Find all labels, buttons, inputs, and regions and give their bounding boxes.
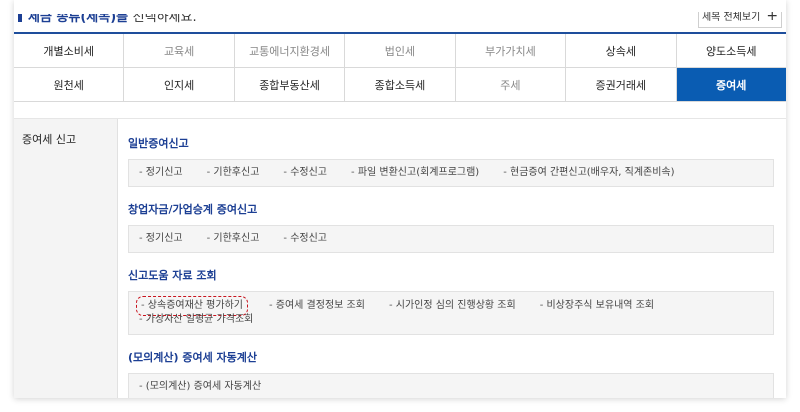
tab-comprehensive-real-estate-tax[interactable]: 종합부동산세 (234, 68, 346, 101)
tax-type-tab-grid: 개별소비세 교육세 교통에너지환경세 법인세 부가가치세 상속세 양도소득세 원… (14, 32, 786, 102)
bullet-icon (18, 14, 22, 22)
main-column: 일반증여신고 정기신고 기한후신고 수정신고 파일 변환신고(회계프로그램) 현… (118, 119, 786, 398)
link-gift-tax-decision-info[interactable]: 증여세 결정정보 조회 (269, 299, 365, 313)
link-row: 정기신고 기한후신고 수정신고 (139, 232, 351, 246)
tab-corporate-tax[interactable]: 법인세 (345, 34, 456, 67)
plus-icon: + (766, 7, 779, 24)
tax-type-panel: 세금 종류(세목)를 선택하세요. 세목 전체보기 + 개별소비세 교육세 교통… (14, 0, 786, 398)
link-regular-filing[interactable]: 정기신고 (139, 166, 183, 180)
link-row: (모의계산) 증여세 자동계산 (139, 380, 285, 394)
tab-stamp-tax[interactable]: 인지세 (124, 68, 235, 101)
link-property-valuation[interactable]: 상속증여재산 평가하기 (136, 296, 248, 316)
view-all-label: 세목 전체보기 (701, 12, 761, 23)
page-title: 세금 종류(세목)를 선택하세요. (18, 10, 197, 25)
tab-liquor-tax[interactable]: 주세 (455, 68, 567, 101)
link-gift-tax-auto-calc[interactable]: (모의계산) 증여세 자동계산 (139, 380, 261, 394)
section-title-filing-help: 신고도움 자료 조회 (128, 269, 217, 282)
link-row: 정기신고 기한후신고 수정신고 파일 변환신고(회계프로그램) 현금증여 간편신… (139, 166, 699, 180)
link-late-filing[interactable]: 기한후신고 (207, 166, 259, 180)
panel-header: 세금 종류(세목)를 선택하세요. 세목 전체보기 + (14, 0, 786, 32)
link-amended-filing[interactable]: 수정신고 (283, 166, 327, 180)
link-market-value-review-status[interactable]: 시가인정 심의 진행상황 조회 (389, 299, 516, 313)
link-unlisted-stock-holdings[interactable]: 비상장주식 보유내역 조회 (540, 299, 654, 313)
tab-row-1: 개별소비세 교육세 교통에너지환경세 법인세 부가가치세 상속세 양도소득세 (14, 34, 786, 68)
view-all-tax-types-button[interactable]: 세목 전체보기 + (698, 7, 782, 28)
section-box-filing-help: 상속증여재산 평가하기 증여세 결정정보 조회 시가인정 심의 진행상황 조회 … (128, 291, 774, 335)
link-regular-filing[interactable]: 정기신고 (139, 232, 183, 246)
tab-transport-energy-env-tax[interactable]: 교통에너지환경세 (234, 34, 346, 67)
tab-individual-consumption-tax[interactable]: 개별소비세 (14, 34, 125, 67)
sidebar-label: 증여세 신고 (22, 133, 77, 146)
gift-tax-content: 증여세 신고 일반증여신고 정기신고 기한후신고 수정신고 파일 변환신고(회계… (14, 119, 786, 398)
tab-education-tax[interactable]: 교육세 (124, 34, 235, 67)
tab-securities-transaction-tax[interactable]: 증권거래세 (566, 68, 677, 101)
section-title-auto-calculation: (모의계산) 증여세 자동계산 (128, 351, 258, 364)
page-title-rest: 선택하세요. (132, 10, 197, 25)
link-virtual-asset-avg-price[interactable]: 가상자산 일평균 가격조회 (139, 313, 254, 327)
sidebar: 증여세 신고 (14, 119, 118, 398)
tab-capital-gains-tax[interactable]: 양도소득세 (676, 34, 786, 67)
tab-inheritance-tax[interactable]: 상속세 (566, 34, 677, 67)
page-title-main: 세금 종류(세목)를 (28, 10, 129, 25)
section-box-startup-succession: 정기신고 기한후신고 수정신고 (128, 225, 774, 253)
link-file-conversion-filing[interactable]: 파일 변환신고(회계프로그램) (351, 166, 479, 180)
tab-vat[interactable]: 부가가치세 (455, 34, 567, 67)
tab-withholding-tax[interactable]: 원천세 (14, 68, 125, 101)
link-cash-gift-simple-filing[interactable]: 현금증여 간편신고(배우자, 직계존비속) (503, 166, 675, 180)
section-box-auto-calculation: (모의계산) 증여세 자동계산 (128, 373, 774, 398)
link-row: 상속증여재산 평가하기 증여세 결정정보 조회 시가인정 심의 진행상황 조회 … (136, 296, 763, 327)
section-title-startup-succession: 창업자금/가업승계 증여신고 (128, 203, 258, 216)
section-title-general-filing: 일반증여신고 (128, 137, 189, 150)
tab-global-income-tax[interactable]: 종합소득세 (345, 68, 456, 101)
tab-row-2: 원천세 인지세 종합부동산세 종합소득세 주세 증권거래세 증여세 (14, 68, 786, 102)
link-amended-filing[interactable]: 수정신고 (283, 232, 327, 246)
link-late-filing[interactable]: 기한후신고 (207, 232, 259, 246)
tab-gift-tax[interactable]: 증여세 (676, 68, 786, 101)
section-box-general-filing: 정기신고 기한후신고 수정신고 파일 변환신고(회계프로그램) 현금증여 간편신… (128, 159, 774, 187)
